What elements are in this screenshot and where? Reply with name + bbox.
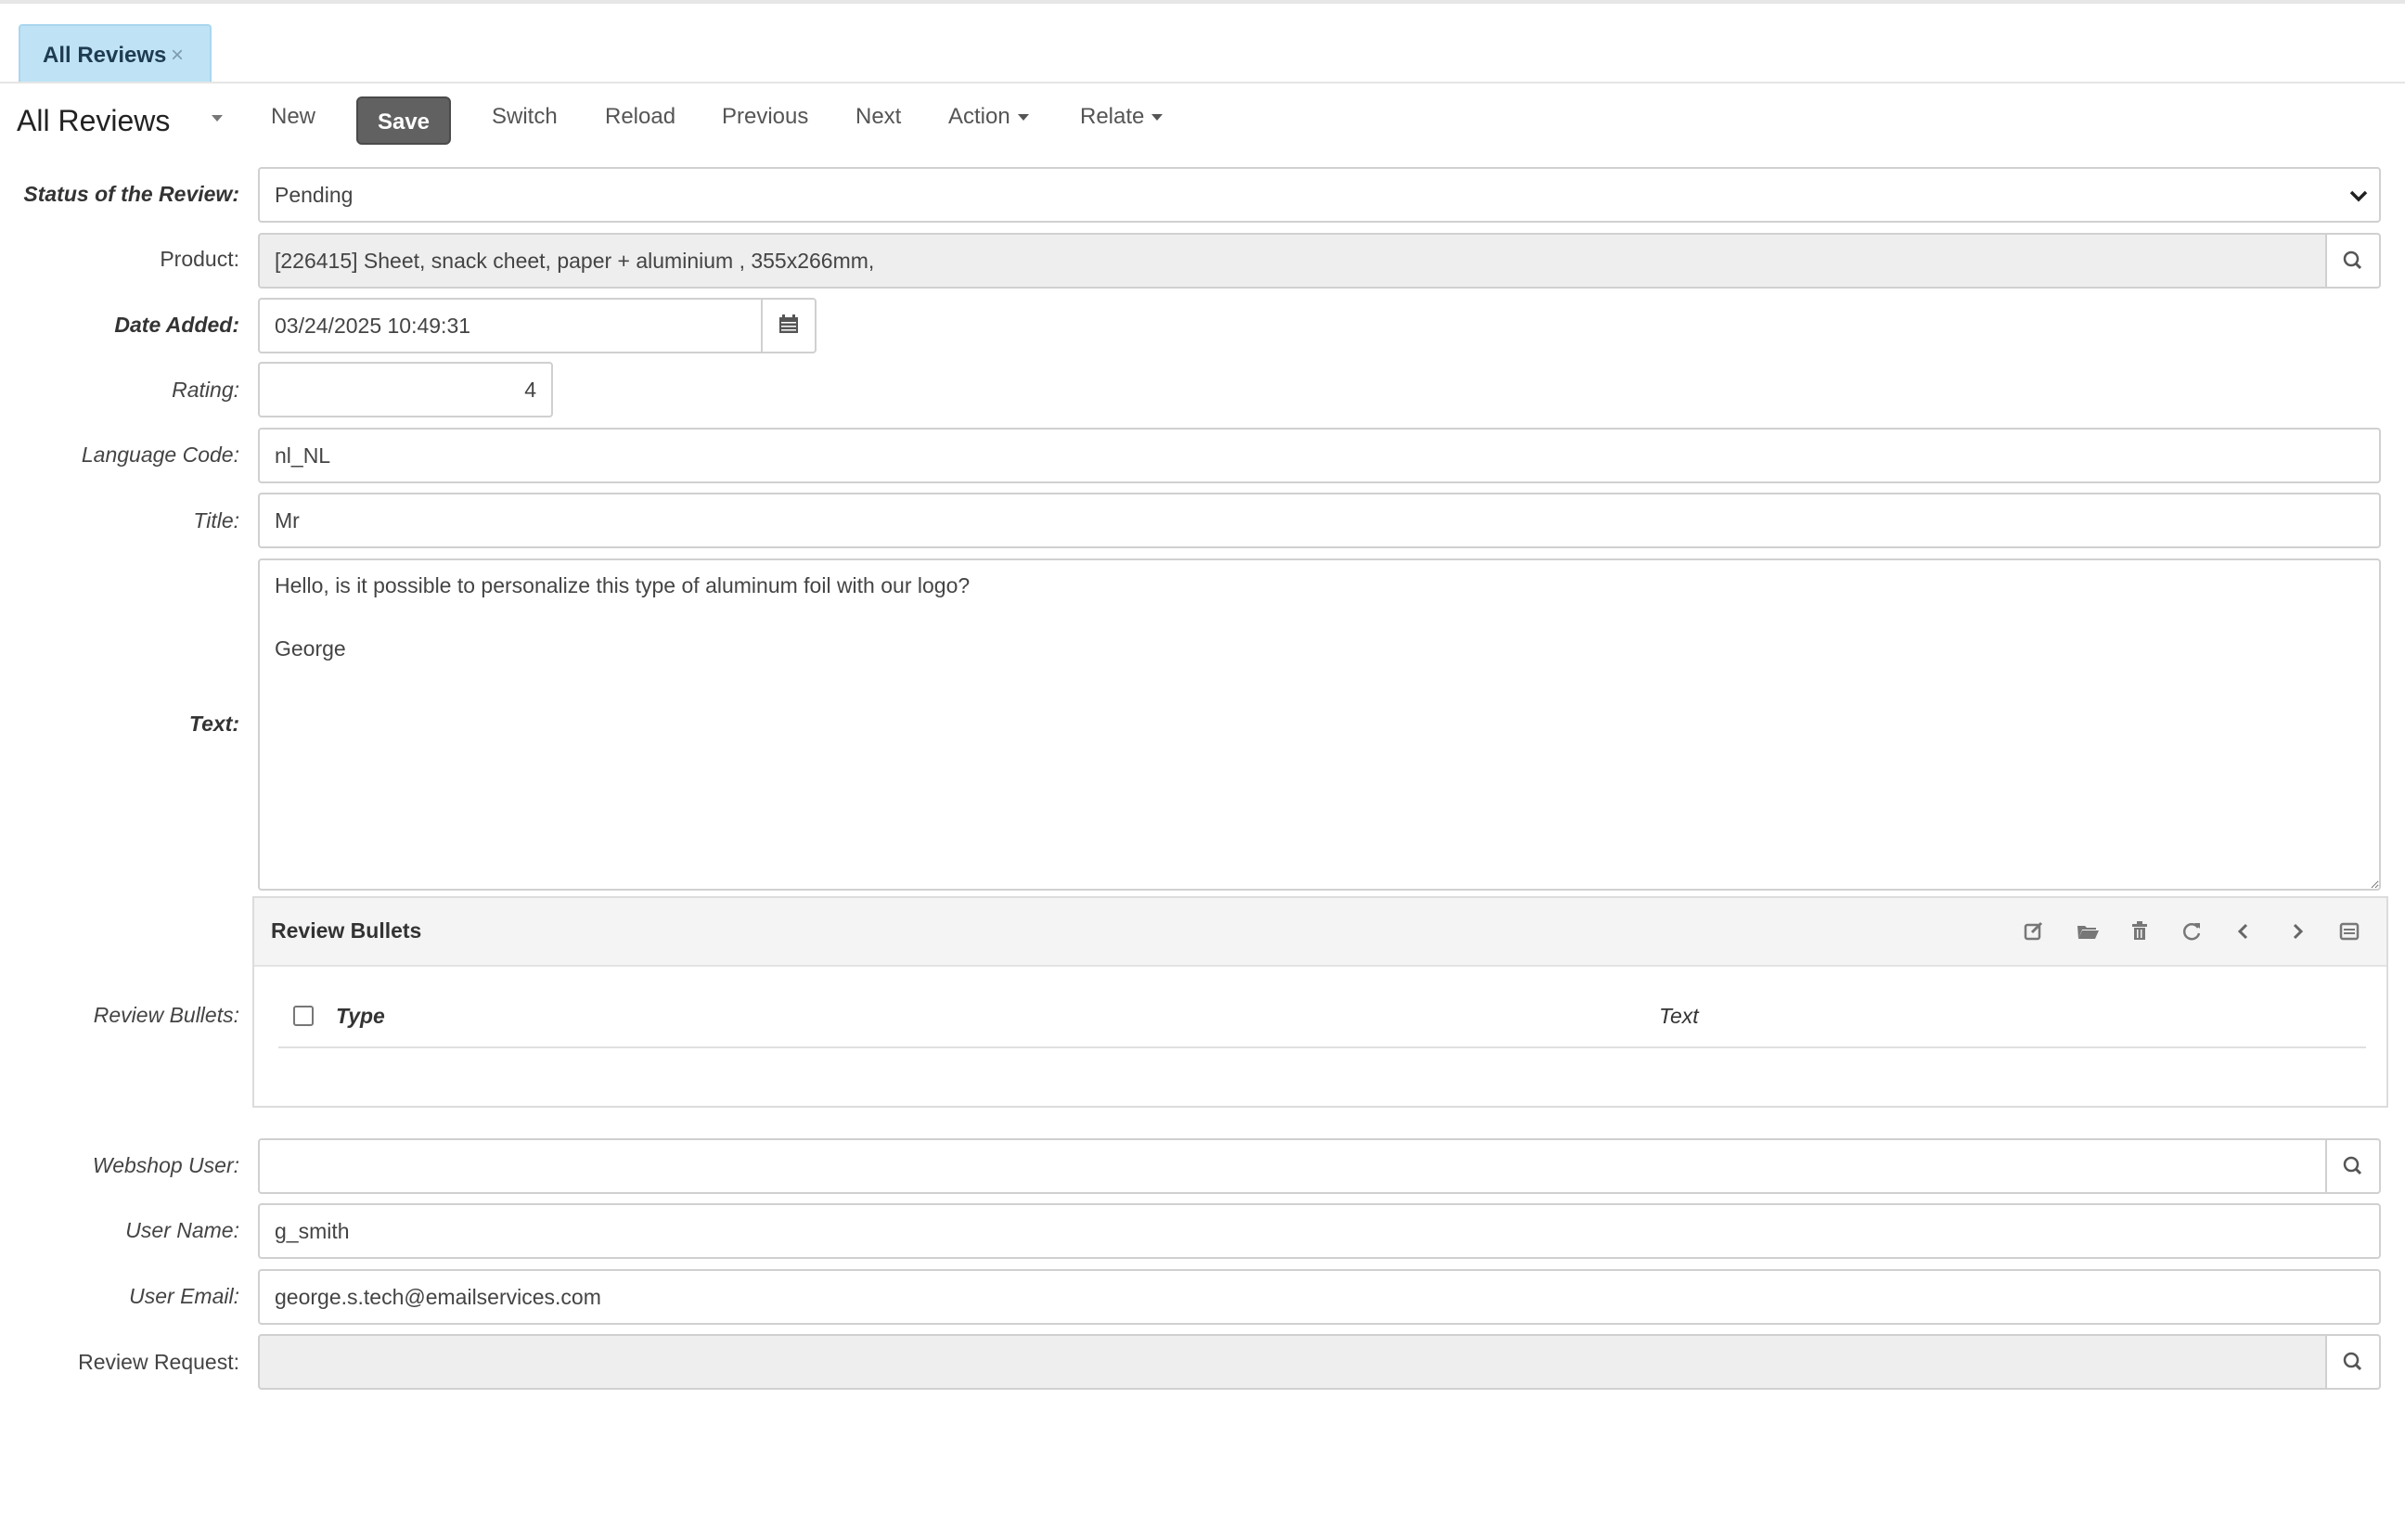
chevron-down-icon xyxy=(2349,190,2368,202)
webshop-user-label: Webshop User: xyxy=(92,1153,239,1177)
review-bullets-title: Review Bullets xyxy=(271,918,422,943)
webshop-user-field[interactable] xyxy=(258,1138,2327,1194)
date-added-field[interactable]: 03/24/2025 10:49:31 xyxy=(258,298,763,353)
user-name-field[interactable]: g_smith xyxy=(258,1203,2381,1259)
caret-down-icon xyxy=(1151,114,1164,122)
calendar-icon xyxy=(779,314,798,333)
language-code-label: Language Code: xyxy=(81,443,239,467)
column-text[interactable]: Text xyxy=(1659,1004,1699,1029)
product-field[interactable]: [226415] Sheet, snack cheet, paper + alu… xyxy=(258,233,2327,289)
chevron-right-icon[interactable] xyxy=(2284,918,2310,944)
refresh-icon[interactable] xyxy=(2179,918,2205,944)
rating-label: Rating: xyxy=(172,378,239,402)
review-bullets-panel: Review Bullets Type Text xyxy=(252,896,2388,1108)
review-request-lookup-button[interactable] xyxy=(2325,1334,2381,1390)
user-email-field[interactable]: george.s.tech@emailservices.com xyxy=(258,1269,2381,1325)
user-email-label: User Email: xyxy=(129,1284,239,1308)
status-value: Pending xyxy=(275,183,354,207)
user-name-label: User Name: xyxy=(125,1218,239,1242)
open-folder-icon[interactable] xyxy=(2075,918,2101,944)
trash-icon[interactable] xyxy=(2127,918,2153,944)
tab-strip: All Reviews × xyxy=(0,4,2405,83)
previous-button[interactable]: Previous xyxy=(722,93,808,141)
close-icon[interactable]: × xyxy=(171,43,184,69)
view-title: All Reviews xyxy=(17,104,171,137)
next-button[interactable]: Next xyxy=(855,93,901,141)
status-label: Status of the Review: xyxy=(23,182,239,206)
review-request-label: Review Request: xyxy=(78,1350,239,1374)
status-select[interactable]: Pending xyxy=(258,167,2381,223)
column-type[interactable]: Type xyxy=(336,1004,385,1029)
rating-field[interactable]: 4 xyxy=(258,362,553,417)
action-menu[interactable]: Action xyxy=(948,93,1029,141)
review-bullets-header: Review Bullets xyxy=(254,898,2386,967)
toolbar: All Reviews New Save Switch Reload Previ… xyxy=(0,93,2405,150)
user-email-value: george.s.tech@emailservices.com xyxy=(275,1285,601,1309)
product-lookup-button[interactable] xyxy=(2325,233,2381,289)
switch-button[interactable]: Switch xyxy=(492,93,558,141)
tab-all-reviews[interactable]: All Reviews × xyxy=(19,24,212,82)
new-record-icon[interactable] xyxy=(2021,918,2047,944)
review-request-field[interactable] xyxy=(258,1334,2327,1390)
product-value: [226415] Sheet, snack cheet, paper + alu… xyxy=(275,249,875,273)
save-button[interactable]: Save xyxy=(356,96,451,145)
view-dropdown-icon[interactable] xyxy=(212,115,223,122)
relate-menu[interactable]: Relate xyxy=(1080,93,1164,141)
date-picker-button[interactable] xyxy=(761,298,817,353)
search-icon xyxy=(2343,250,2362,270)
new-button[interactable]: New xyxy=(271,93,315,141)
action-label: Action xyxy=(948,104,1010,129)
language-code-field[interactable]: nl_NL xyxy=(258,428,2381,483)
reload-button[interactable]: Reload xyxy=(605,93,675,141)
user-name-value: g_smith xyxy=(275,1219,350,1243)
relate-label: Relate xyxy=(1080,104,1145,129)
caret-down-icon xyxy=(1017,114,1029,122)
title-field[interactable]: Mr xyxy=(258,493,2381,548)
rating-value: 4 xyxy=(524,378,536,402)
webshop-user-lookup-button[interactable] xyxy=(2325,1138,2381,1194)
review-bullets-header-row: Type Text xyxy=(278,1000,2366,1048)
title-value: Mr xyxy=(275,508,300,533)
review-bullets-label: Review Bullets: xyxy=(93,1003,239,1027)
text-label: Text: xyxy=(188,712,239,736)
chevron-left-icon[interactable] xyxy=(2231,918,2257,944)
select-all-checkbox[interactable] xyxy=(293,1006,314,1026)
language-code-value: nl_NL xyxy=(275,443,331,468)
product-label: Product: xyxy=(160,247,239,271)
list-icon[interactable] xyxy=(2336,918,2362,944)
text-area[interactable]: Hello, is it possible to personalize thi… xyxy=(258,558,2381,891)
tab-label: All Reviews xyxy=(43,43,167,68)
date-added-value: 03/24/2025 10:49:31 xyxy=(275,314,471,338)
title-label: Title: xyxy=(193,508,239,533)
search-icon xyxy=(2343,1352,2362,1371)
date-added-label: Date Added: xyxy=(114,313,239,337)
search-icon xyxy=(2343,1156,2362,1175)
